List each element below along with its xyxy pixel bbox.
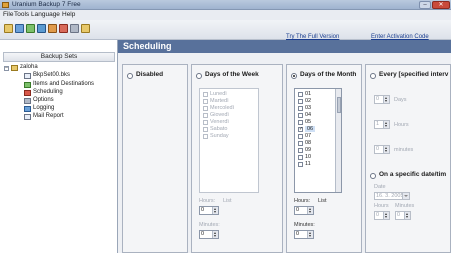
menu-help[interactable]: Help bbox=[62, 11, 75, 18]
tree-root-zaloha[interactable]: zaloha bbox=[20, 64, 38, 70]
tree-item-bkpset[interactable]: BkpSet00.bks bbox=[33, 72, 70, 78]
every-interval-label: Every [specified interv bbox=[379, 71, 449, 78]
interval-minutes-spinner[interactable]: 0 bbox=[374, 145, 390, 154]
menu-bar: File Tools Language Help bbox=[0, 10, 451, 20]
days-of-week-panel: Days of the Week Lunedì Martedì Mercoled… bbox=[191, 64, 283, 253]
days-of-week-radio[interactable] bbox=[196, 73, 202, 79]
tree-item-mail-report[interactable]: Mail Report bbox=[33, 113, 64, 119]
restore-icon[interactable] bbox=[48, 24, 57, 33]
logging-icon bbox=[24, 106, 31, 112]
run-backup-icon[interactable] bbox=[37, 24, 46, 33]
date-hours-spinner[interactable]: 0 bbox=[374, 211, 390, 220]
section-header: Scheduling bbox=[118, 40, 451, 53]
days-of-week-label: Days of the Week bbox=[205, 71, 259, 78]
scroll-thumb[interactable] bbox=[337, 97, 341, 113]
chevron-down-icon[interactable] bbox=[402, 193, 409, 199]
menu-language[interactable]: Language bbox=[31, 11, 60, 18]
date-minutes-label: Minutes bbox=[395, 203, 415, 209]
backup-set-file-icon bbox=[24, 73, 31, 79]
mail-icon bbox=[24, 114, 31, 120]
stop-icon[interactable] bbox=[59, 24, 68, 33]
week-minutes-label: Minutes: bbox=[199, 222, 220, 228]
days-of-month-panel: Days of the Month 01 02 03 04 05 06 07 0… bbox=[286, 64, 362, 253]
month-hours-spinner[interactable]: 0 bbox=[294, 206, 314, 215]
close-button[interactable]: ✕ bbox=[432, 1, 450, 9]
options-gear-icon bbox=[24, 98, 31, 104]
weekday-list[interactable]: Lunedì Martedì Mercoledì Giovedì Venerdì… bbox=[199, 88, 259, 193]
new-set-icon[interactable] bbox=[4, 24, 13, 33]
specific-date-label: On a specific date/tim bbox=[379, 171, 447, 178]
month-day-list[interactable]: 01 02 03 04 05 06 07 08 09 10 11 bbox=[294, 88, 342, 193]
date-hours-label: Hours bbox=[374, 203, 389, 209]
specific-date-radio[interactable] bbox=[370, 173, 376, 179]
app-icon bbox=[2, 2, 9, 8]
tree-item-logging[interactable]: Logging bbox=[33, 105, 54, 111]
backup-sets-header: Backup Sets bbox=[3, 52, 115, 62]
folder-icon bbox=[11, 65, 18, 71]
menu-tools[interactable]: Tools bbox=[14, 11, 29, 18]
open-icon[interactable] bbox=[15, 24, 24, 33]
week-hours-label: Hours: bbox=[199, 198, 216, 204]
tree-item-options[interactable]: Options bbox=[33, 97, 54, 103]
minimize-button[interactable]: – bbox=[419, 1, 431, 9]
scheduling-content: Disabled Days of the Week Lunedì Martedì… bbox=[118, 53, 451, 253]
disabled-panel: Disabled bbox=[122, 64, 188, 253]
days-of-month-label: Days of the Month bbox=[300, 71, 357, 78]
days-of-month-radio[interactable] bbox=[291, 73, 297, 79]
save-icon[interactable] bbox=[26, 24, 35, 33]
items-destinations-icon bbox=[24, 82, 31, 88]
week-hours-spinner[interactable]: 0 bbox=[199, 206, 219, 215]
section-title: Scheduling bbox=[123, 41, 172, 51]
interval-hours-spinner[interactable]: 1 bbox=[374, 120, 390, 129]
disabled-label: Disabled bbox=[136, 71, 164, 78]
month-minutes-spinner[interactable]: 0 bbox=[294, 230, 314, 239]
interval-panel: Every [specified interv 0 Days 1 Hours 0… bbox=[365, 64, 451, 253]
backup-sets-panel: Backup Sets – zaloha BkpSet00.bks Items … bbox=[0, 40, 118, 253]
interval-days-spinner[interactable]: 0 bbox=[374, 95, 390, 104]
interval-minutes-label: minutes bbox=[394, 147, 414, 153]
collapse-icon[interactable]: – bbox=[4, 66, 9, 71]
tree-item-scheduling[interactable]: Scheduling bbox=[33, 89, 63, 95]
date-picker[interactable]: 16. 3. 2005 bbox=[374, 192, 410, 200]
month-day-scrollbar[interactable] bbox=[335, 89, 341, 192]
title-bar: Uranium Backup 7 Free – ✕ bbox=[0, 0, 451, 10]
tree-item-items-destinations[interactable]: Items and Destinations bbox=[33, 81, 94, 87]
calendar-icon bbox=[24, 90, 31, 96]
week-list-label: List bbox=[223, 198, 232, 204]
date-label: Date bbox=[374, 184, 386, 190]
settings-icon[interactable] bbox=[70, 24, 79, 33]
disabled-radio[interactable] bbox=[127, 73, 133, 79]
interval-days-label: Days bbox=[394, 97, 407, 103]
date-minutes-spinner[interactable]: 0 bbox=[395, 211, 411, 220]
window-title: Uranium Backup 7 Free bbox=[12, 1, 81, 8]
interval-hours-label: Hours bbox=[394, 122, 409, 128]
week-minutes-spinner[interactable]: 0 bbox=[199, 230, 219, 239]
help-icon[interactable] bbox=[81, 24, 90, 33]
menu-file[interactable]: File bbox=[3, 11, 13, 18]
every-interval-radio[interactable] bbox=[370, 73, 376, 79]
month-minutes-label: Minutes: bbox=[294, 222, 315, 228]
month-list-label: List bbox=[318, 198, 327, 204]
month-hours-label: Hours: bbox=[294, 198, 311, 204]
